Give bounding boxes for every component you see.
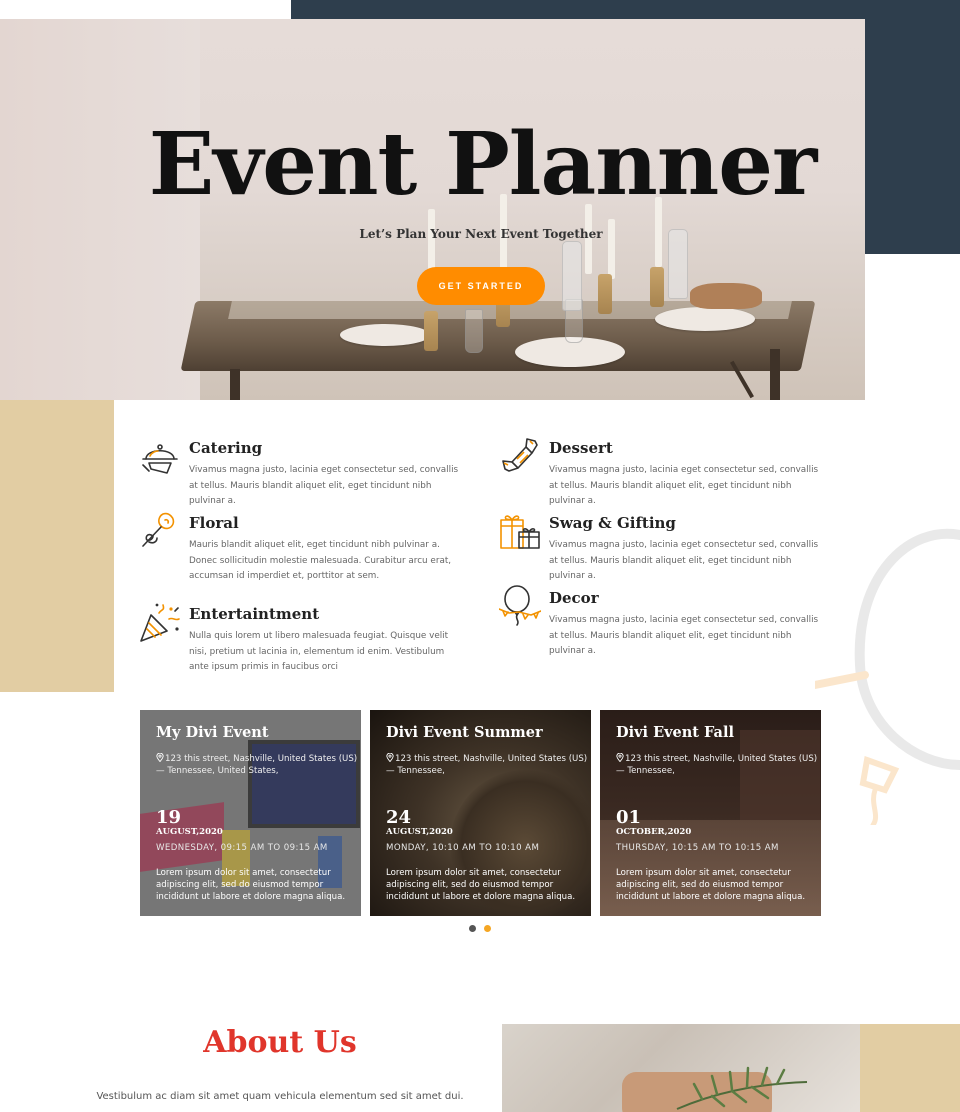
hero-subtitle: Let’s Plan Your Next Event Together — [359, 227, 603, 241]
service-title: Entertaintment — [189, 605, 320, 623]
event-time: MONDAY, 10:10 AM TO 10:10 AM — [386, 843, 540, 853]
event-address-text: 123 this street, Nashville, United State… — [386, 754, 588, 776]
service-description: Vivamus magna justo, lacinia eget consec… — [549, 465, 819, 506]
about-text: Vestibulum ac diam sit amet quam vehicul… — [96, 1091, 464, 1102]
rosemary-sprig-icon — [676, 1066, 808, 1110]
event-address: 123 this street, Nashville, United State… — [386, 753, 591, 777]
event-address: 123 this street, Nashville, United State… — [616, 753, 821, 777]
event-address-text: 123 this street, Nashville, United State… — [616, 754, 818, 776]
table-leg — [230, 369, 240, 400]
table-leg — [770, 349, 780, 400]
candle-holder — [650, 267, 664, 307]
slider-pagination — [466, 925, 496, 935]
event-card-divi-event-summer[interactable]: Divi Event Summer 123 this street, Nashv… — [370, 710, 591, 916]
gift-icon — [499, 510, 541, 552]
service-description: Nulla quis lorem ut libero malesuada feu… — [189, 631, 449, 672]
location-pin-icon — [616, 753, 624, 762]
location-pin-icon — [156, 753, 164, 762]
event-time: WEDNESDAY, 09:15 AM TO 09:15 AM — [156, 843, 328, 853]
get-started-button[interactable]: GET STARTED — [417, 267, 545, 305]
about-title: About Us — [203, 1025, 357, 1060]
party-popper-icon — [139, 601, 181, 643]
event-description: Lorem ipsum dolor sit amet, consectetur … — [156, 868, 346, 902]
event-day: 01 — [616, 807, 642, 828]
service-description: Vivamus magna justo, lacinia eget consec… — [549, 615, 819, 656]
event-description: Lorem ipsum dolor sit amet, consectetur … — [616, 868, 806, 902]
bread-loaf — [690, 283, 762, 309]
event-month-year: AUGUST,2020 — [156, 827, 223, 837]
event-time: THURSDAY, 10:15 AM TO 10:15 AM — [616, 843, 779, 853]
slider-dot[interactable] — [469, 925, 476, 932]
balloon-icon — [498, 585, 542, 627]
service-title: Dessert — [549, 439, 613, 457]
event-title[interactable]: My Divi Event — [156, 724, 269, 741]
candle-holder — [424, 311, 438, 351]
event-month-year: AUGUST,2020 — [386, 827, 453, 837]
event-card-my-divi-event[interactable]: My Divi Event 123 this street, Nashville… — [140, 710, 361, 916]
slider-dot-active[interactable] — [484, 925, 491, 932]
hero-title: Event Planner — [148, 114, 818, 215]
candy-icon — [499, 435, 541, 477]
service-title: Floral — [189, 514, 239, 532]
event-card-divi-event-fall[interactable]: Divi Event Fall 123 this street, Nashvil… — [600, 710, 821, 916]
service-title: Swag & Gifting — [549, 514, 676, 532]
event-address: 123 this street, Nashville, United State… — [156, 753, 361, 777]
cloche-icon — [139, 435, 181, 477]
event-month-year: OCTOBER,2020 — [616, 827, 692, 837]
candle-holder — [598, 274, 612, 314]
service-description: Mauris blandit aliquet elit, eget tincid… — [189, 540, 452, 581]
glass — [465, 309, 483, 353]
service-title: Catering — [189, 439, 263, 457]
event-day: 19 — [156, 807, 182, 828]
beige-decor-block-about — [860, 1024, 960, 1112]
event-title[interactable]: Divi Event Summer — [386, 724, 543, 741]
service-description: Vivamus magna justo, lacinia eget consec… — [189, 465, 459, 506]
plate — [340, 324, 430, 346]
event-address-text: 123 this street, Nashville, United State… — [156, 754, 358, 776]
service-title: Decor — [549, 589, 599, 607]
rose-icon — [139, 510, 181, 552]
plate — [655, 307, 755, 331]
beige-decor-block — [0, 400, 114, 692]
balloon-decoration-icon — [815, 528, 960, 825]
location-pin-icon — [386, 753, 394, 762]
about-image — [502, 1024, 860, 1112]
bottle — [562, 241, 582, 311]
service-description: Vivamus magna justo, lacinia eget consec… — [549, 540, 819, 581]
event-description: Lorem ipsum dolor sit amet, consectetur … — [386, 868, 576, 902]
event-day: 24 — [386, 807, 412, 828]
event-title[interactable]: Divi Event Fall — [616, 724, 734, 741]
